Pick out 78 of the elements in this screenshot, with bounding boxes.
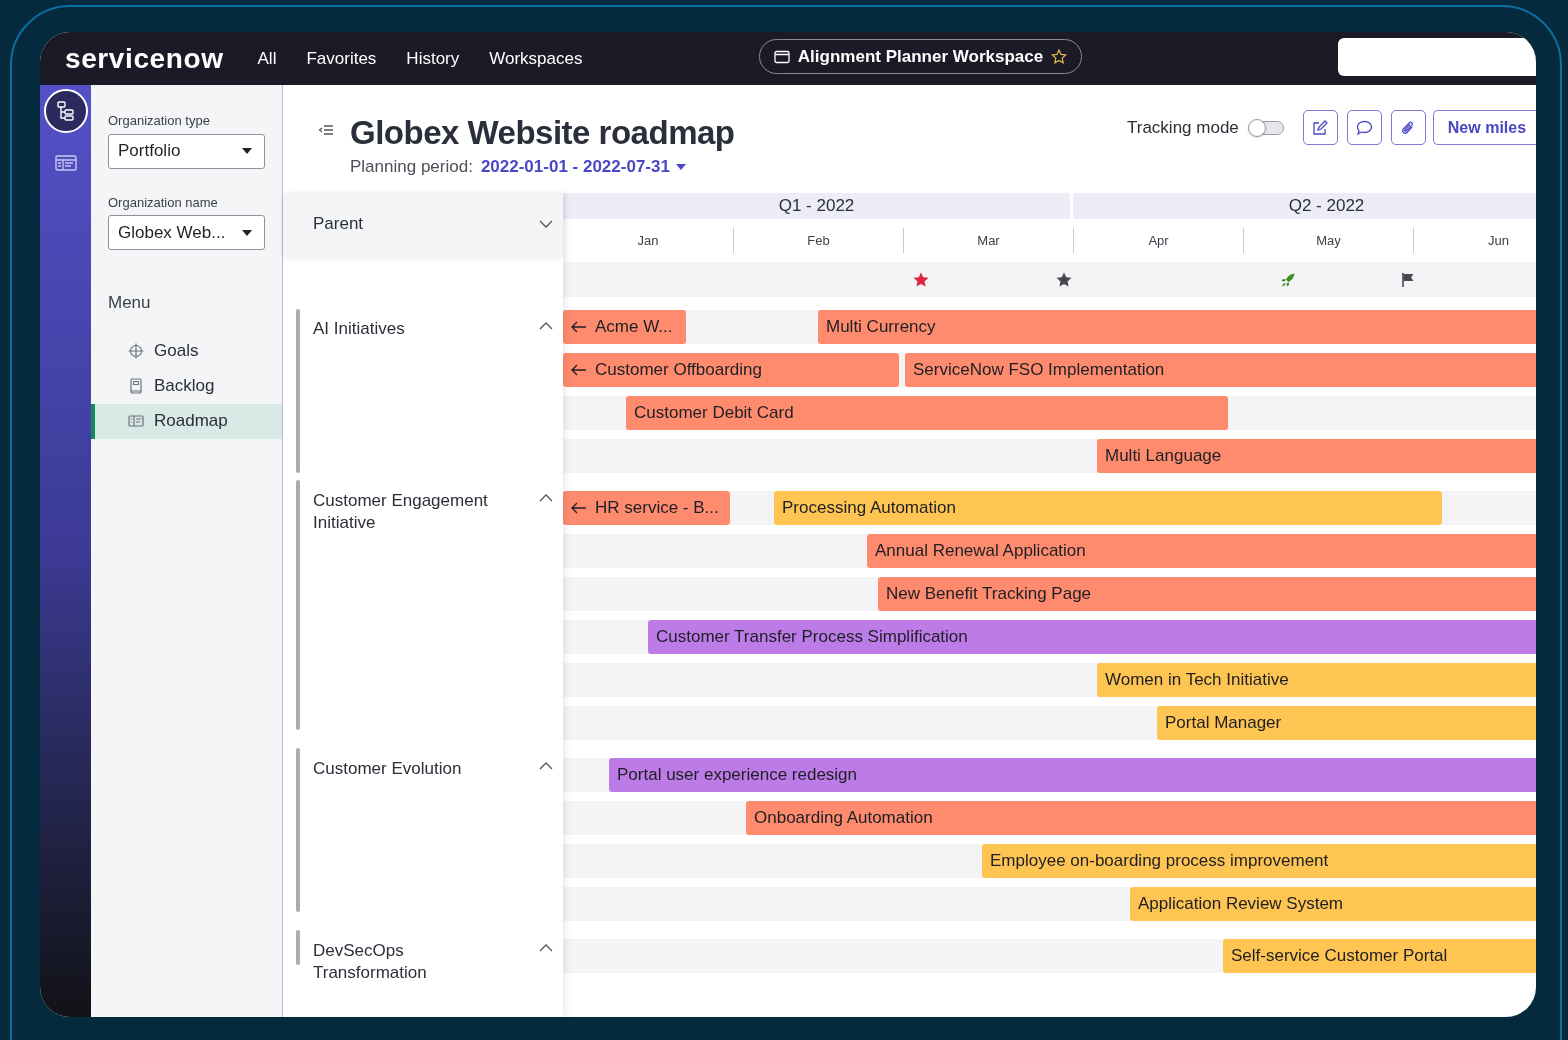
rail-button[interactable]: [43, 89, 88, 133]
nav-item[interactable]: All: [257, 45, 277, 72]
book-icon: [128, 378, 144, 394]
group-name: DevSecOps Transformation: [313, 940, 428, 984]
select-field[interactable]: Portfolio: [108, 133, 265, 169]
group-name: Customer Engagement Initiative: [313, 490, 489, 534]
edit-button[interactable]: [1302, 110, 1338, 145]
chevron-up-icon[interactable]: [539, 494, 553, 502]
roadmap-bar[interactable]: Women in Tech Initiative: [1097, 663, 1536, 697]
roadmap-bar[interactable]: Processing Automation: [774, 491, 1442, 525]
search-field[interactable]: [1338, 38, 1536, 76]
roadmap-bar[interactable]: Customer Offboarding: [563, 353, 899, 387]
select-field[interactable]: Globex Web...: [108, 215, 265, 250]
page-title: Globex Website roadmap: [350, 113, 735, 153]
chevron-up-icon[interactable]: [539, 944, 553, 952]
month-label: May: [1316, 231, 1341, 250]
menu-item[interactable]: Backlog: [91, 368, 282, 404]
rocket-icon[interactable]: [1280, 272, 1296, 288]
field-label: Organization type: [108, 112, 211, 130]
month-label: Feb: [807, 231, 830, 250]
roadmap-bar[interactable]: Portal Manager: [1157, 706, 1536, 740]
group-name: AI Initiatives: [313, 318, 406, 340]
roadmap-bar[interactable]: Application Review System: [1130, 887, 1536, 921]
collapse-icon[interactable]: [319, 125, 333, 135]
comment-icon: [1355, 119, 1373, 136]
hierarchy-icon: [54, 100, 77, 122]
dropdown-arrow-icon: [675, 163, 686, 170]
roadmap-bar[interactable]: Multi Currency: [818, 310, 1536, 344]
dropdown-arrow-icon: [242, 229, 252, 236]
quarter-header: Q2 - 2022: [1073, 193, 1536, 219]
roadmap-bar[interactable]: ServiceNow FSO Implementation: [905, 353, 1536, 387]
roadmap-bar[interactable]: Portal user experience redesign: [609, 758, 1536, 792]
window-icon: [773, 49, 790, 64]
chevron-up-icon[interactable]: [539, 322, 553, 330]
quarter-header: Q1 - 2022: [563, 193, 1070, 219]
roadmap-bar[interactable]: HR service - B...: [563, 491, 730, 525]
star-icon[interactable]: [1056, 272, 1072, 288]
roadmap-bar[interactable]: Multi Language: [1097, 439, 1536, 473]
month-label: Apr: [1148, 231, 1169, 250]
menu-item[interactable]: Goals: [91, 333, 282, 369]
new-milestone-button[interactable]: New miles: [1432, 110, 1536, 145]
board-icon: [128, 413, 144, 429]
nav-item[interactable]: Workspaces: [489, 45, 583, 72]
period-label: Planning period:: [350, 156, 473, 178]
crosshair-icon: [128, 343, 144, 359]
tracking-mode-toggle[interactable]: [1248, 120, 1284, 135]
field-label: Organization name: [108, 193, 219, 212]
month-label: Mar: [977, 231, 1000, 250]
roadmap-bar[interactable]: Onboarding Automation: [746, 801, 1536, 835]
roadmap-bar[interactable]: Employee on-boarding process improvement: [982, 844, 1536, 878]
group-name: Customer Evolution: [313, 758, 463, 780]
star-icon[interactable]: [913, 272, 929, 288]
logo[interactable]: servicenow: [65, 37, 224, 80]
flag-icon[interactable]: [1400, 272, 1416, 288]
parent-column-header[interactable]: Parent: [283, 193, 563, 255]
chevron-up-icon[interactable]: [539, 762, 553, 770]
comment-button[interactable]: [1346, 110, 1382, 145]
board-icon: [54, 152, 77, 174]
period-dropdown[interactable]: 2022-01-01 - 2022-07-31: [480, 154, 686, 180]
edit-icon: [1312, 119, 1329, 136]
roadmap-bar[interactable]: Customer Transfer Process Simplification: [648, 620, 1536, 654]
nav-item[interactable]: History: [406, 45, 460, 72]
dropdown-arrow-icon: [242, 148, 252, 154]
roadmap-bar[interactable]: Acme W...: [563, 310, 686, 344]
group-indicator: [296, 930, 300, 965]
roadmap-bar[interactable]: Customer Debit Card: [626, 396, 1228, 430]
chevron-down-icon: [539, 220, 553, 228]
attachment-button[interactable]: [1390, 110, 1426, 145]
month-label: Jun: [1488, 231, 1509, 250]
paperclip-icon: [1401, 119, 1416, 136]
roadmap-bar[interactable]: Self-service Customer Portal: [1223, 939, 1536, 973]
roadmap-bar[interactable]: Annual Renewal Application: [867, 534, 1536, 568]
nav-item[interactable]: Favorites: [306, 45, 377, 72]
menu-heading: Menu: [108, 292, 152, 314]
tracking-mode-label: Tracking mode: [1127, 116, 1239, 139]
month-label: Jan: [637, 231, 659, 250]
menu-item[interactable]: Roadmap: [91, 403, 282, 439]
roadmap-bar[interactable]: New Benefit Tracking Page: [878, 577, 1536, 611]
